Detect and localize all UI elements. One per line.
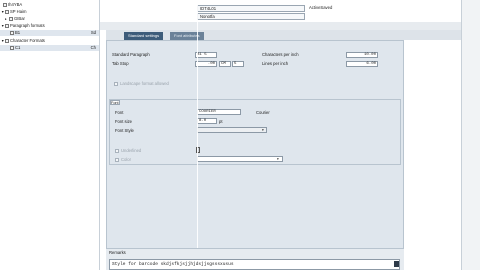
form-desc-field[interactable]: Nonotfa [197,13,305,20]
landscape-checkbox-label: Landscape format allowed [120,81,169,86]
document-icon [10,31,14,35]
tree-item-label: Paragraph formats [10,23,45,28]
tree-item-paragraph-formats[interactable]: ▼ Paragraph formats [1,23,45,29]
right-scrollbar[interactable] [461,0,480,270]
font-group-title: Font [111,101,119,105]
std-paragraph-label: Standard Paragraph [112,52,150,57]
tree-item-suffix: Sd [90,30,96,35]
chars-per-inch-label: Characters per inch [262,52,299,57]
tree-item-gibar[interactable]: ▸ GIBar [5,16,25,22]
chars-per-inch-field[interactable]: 10.00 [346,52,378,58]
tab-stop-field[interactable]: .00 [195,61,217,67]
tree-item-label: Ih4YBA [8,2,23,7]
tab-standard-settings[interactable]: Standard settings [124,32,164,40]
folder-icon [5,10,9,14]
font-family-desc: Courier [256,110,270,115]
tab-bar: Standard settings Font attributes [106,30,461,40]
lines-per-inch-field[interactable]: 6.00 [346,61,378,67]
font-family-label: Font [115,110,124,115]
font-family-field[interactable]: COURIER [197,109,241,115]
chevron-down-icon[interactable]: ▾ [277,156,279,162]
chevron-down-icon[interactable]: ▾ [262,127,264,133]
tab-stop-unit-field[interactable]: CM [219,61,231,67]
folder-icon [5,39,9,43]
tab-stop-label: Tab Stop [112,61,129,66]
tab-font-attributes[interactable]: Font attributes [170,32,204,40]
header-divider [100,22,461,30]
status-label: ActiveSaved [309,5,333,10]
remarks-textarea[interactable]: Style for barcode skdjsfkjsjjhjdsjjsgsss… [109,259,400,270]
font-style-select[interactable] [197,127,267,133]
color-label: Color [121,157,132,162]
tree-item-suffix: Ch [90,45,96,50]
tree-item-sp[interactable]: ▼ SP Haim [1,9,26,15]
form-name-field[interactable]: IDT4L01 [197,5,305,12]
font-size-label: Font size [115,119,132,124]
remarks-scrollbar[interactable] [394,261,399,267]
underline-label: Underlined [121,148,142,153]
folder-icon [5,24,9,28]
splitter-line [197,0,198,270]
lines-per-inch-label: Lines per inch [262,61,289,66]
font-size-field[interactable]: 8.0 [197,118,217,124]
tree-item-character-formats[interactable]: ▼ Character Formats [1,38,45,44]
tree-item-label: SP Haim [10,9,27,14]
tree-item-label: C1 [15,45,21,50]
font-size-unit: pt [219,119,223,124]
tree-item-c1[interactable]: C1 Ch [0,45,99,51]
sidebar-tree: Ih4YBA ▼ SP Haim ▸ GIBar ▼ Paragraph format… [0,0,100,270]
tree-item-b1[interactable]: B1 Sd [0,30,99,36]
color-select[interactable] [197,156,283,162]
landscape-checkbox[interactable] [114,82,118,86]
tree-item-label: B1 [15,30,21,35]
underline-checkbox[interactable] [115,149,119,153]
tree-item-root[interactable]: Ih4YBA [3,2,22,8]
tree-item-label: GIBar [14,16,25,21]
folder-icon [9,17,13,21]
std-paragraph-field[interactable]: B1 5 [195,52,217,58]
remarks-title: Remarks [109,250,126,255]
document-icon [10,46,14,50]
tree-item-label: Character Formats [10,38,45,43]
font-style-label: Font Style [115,128,134,133]
color-checkbox[interactable] [115,158,119,162]
document-icon [3,3,7,7]
tab-stop-extra-field[interactable]: 5 [232,61,244,67]
